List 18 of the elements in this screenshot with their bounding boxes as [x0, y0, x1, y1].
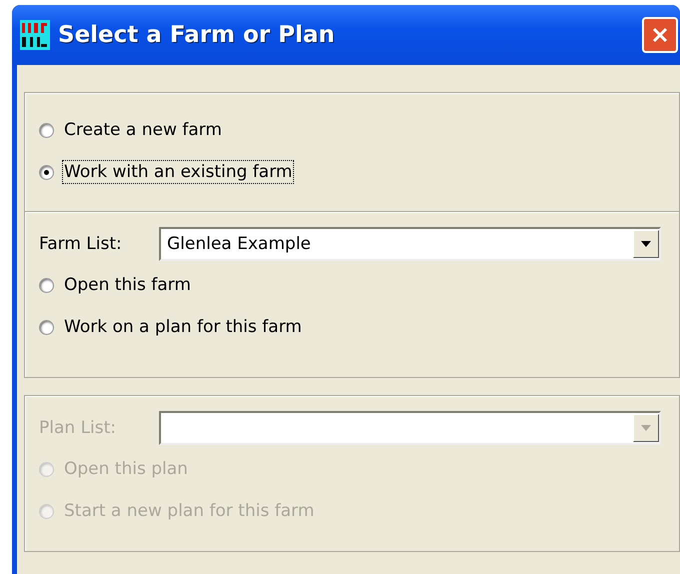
- caret-icon: [641, 425, 651, 431]
- close-icon: [650, 25, 670, 45]
- caret-icon: [641, 241, 651, 247]
- radio-button[interactable]: [39, 320, 54, 334]
- radio-label[interactable]: Create a new farm: [62, 118, 224, 142]
- list-label: Farm List:: [39, 234, 123, 254]
- dropdown-field[interactable]: Glenlea Example: [159, 227, 661, 261]
- radio-button[interactable]: [39, 278, 54, 292]
- radio-label[interactable]: Work with an existing farm: [62, 160, 294, 184]
- radio-label[interactable]: Open this farm: [62, 273, 193, 297]
- list-label: Plan List:: [39, 418, 118, 438]
- app-logo-icon: [20, 20, 50, 50]
- radio-button[interactable]: [39, 122, 54, 138]
- radio-button[interactable]: [39, 164, 54, 180]
- dropdown-button[interactable]: [633, 230, 659, 258]
- radio-label[interactable]: Work on a plan for this farm: [62, 315, 304, 339]
- close-button[interactable]: [642, 17, 678, 53]
- window-title: Select a Farm or Plan: [58, 22, 336, 48]
